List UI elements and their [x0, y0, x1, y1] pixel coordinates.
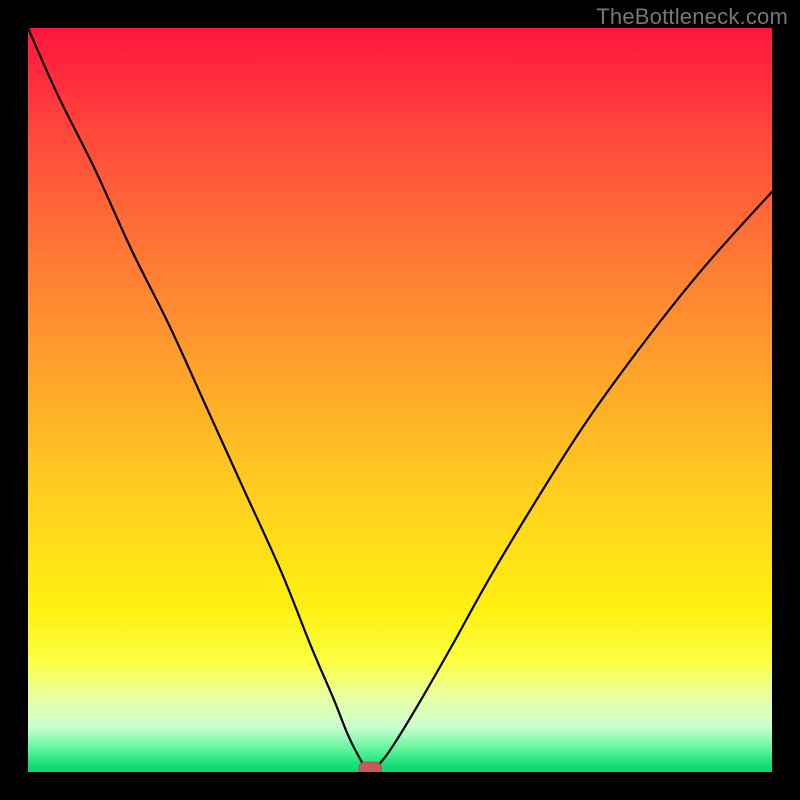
- watermark-text: TheBottleneck.com: [596, 4, 788, 30]
- optimum-marker: [359, 762, 381, 772]
- outer-frame: TheBottleneck.com: [0, 0, 800, 800]
- bottleneck-curve: [28, 28, 772, 770]
- curve-svg: [28, 28, 772, 772]
- plot-area: [28, 28, 772, 772]
